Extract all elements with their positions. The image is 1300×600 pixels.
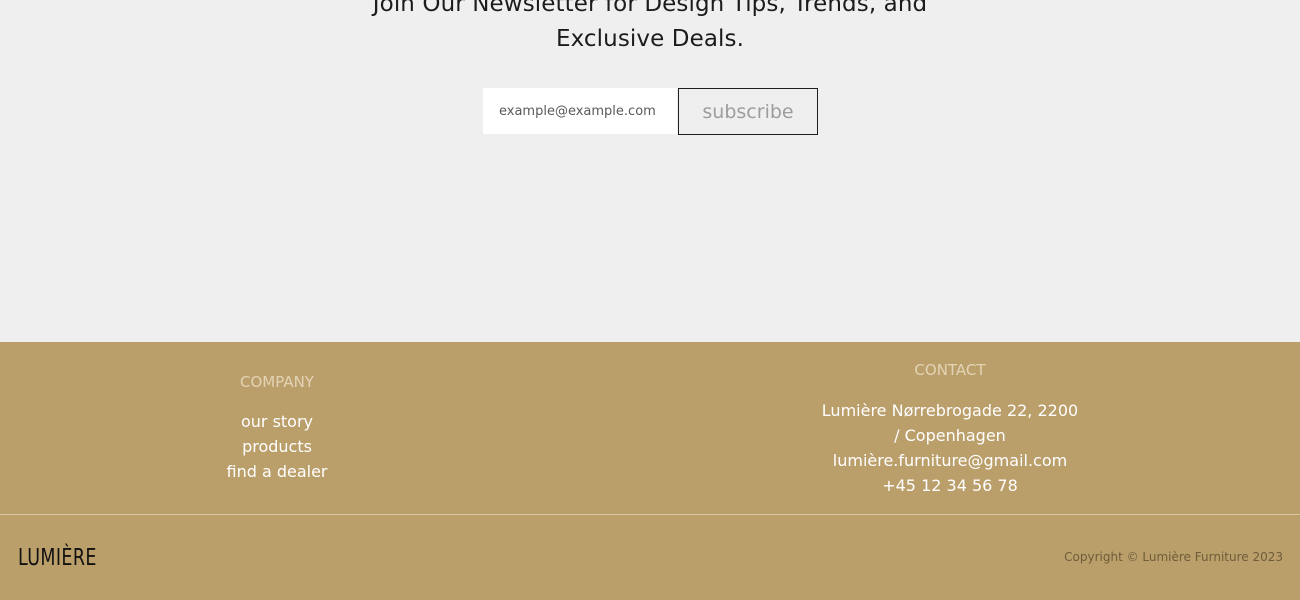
- contact-column: CONTACT Lumière Nørrebrogade 22, 2200 / …: [790, 360, 1110, 498]
- newsletter-form: subscribe: [483, 88, 818, 135]
- contact-address-line-1: Lumière Nørrebrogade 22, 2200: [821, 401, 1079, 420]
- contact-email: lumière.furniture@gmail.com: [832, 451, 1068, 470]
- newsletter-heading-line-1: Join Our Newsletter for Design Tips, Tre…: [372, 0, 928, 17]
- brand-logo[interactable]: LUMIÈRE: [18, 543, 97, 573]
- contact-phone: +45 12 34 56 78: [882, 476, 1018, 495]
- footer-divider: [0, 514, 1300, 515]
- company-links: our story products find a dealer: [177, 409, 377, 484]
- contact-address-line-2: / Copenhagen: [894, 426, 1006, 445]
- subscribe-button[interactable]: subscribe: [678, 88, 818, 135]
- footer: COMPANY our story products find a dealer…: [0, 342, 1300, 600]
- email-input[interactable]: [483, 88, 677, 134]
- copyright-text: Copyright © Lumière Furniture 2023: [1064, 550, 1283, 564]
- newsletter-section: Join Our Newsletter for Design Tips, Tre…: [0, 0, 1300, 342]
- company-heading: COMPANY: [240, 373, 314, 391]
- link-products[interactable]: products: [177, 434, 377, 459]
- newsletter-heading-line-2: Exclusive Deals.: [555, 26, 745, 52]
- contact-heading: CONTACT: [914, 361, 986, 379]
- link-find-a-dealer[interactable]: find a dealer: [177, 459, 377, 484]
- link-our-story[interactable]: our story: [177, 409, 377, 434]
- company-column: COMPANY our story products find a dealer: [177, 372, 377, 484]
